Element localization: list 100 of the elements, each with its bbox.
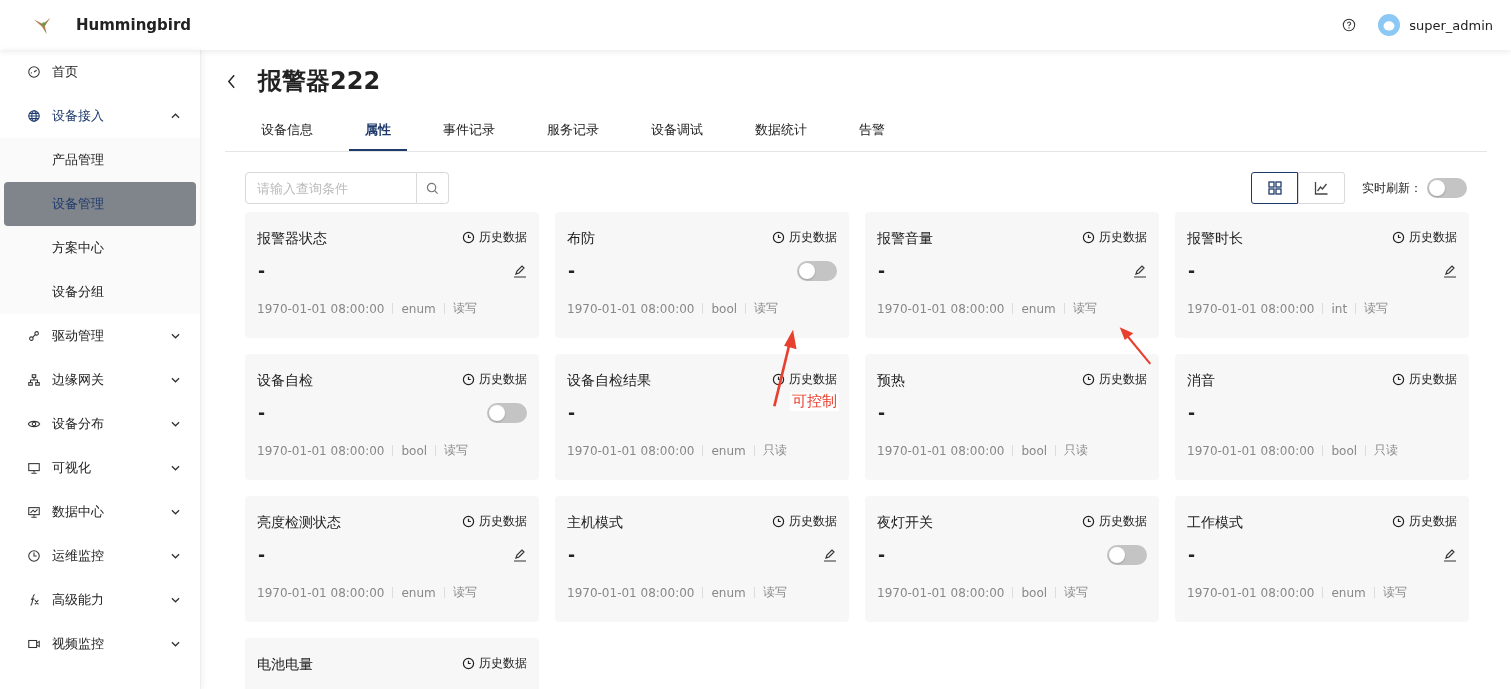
history-link[interactable]: 历史数据	[772, 512, 837, 530]
sidebar-item[interactable]: 设备分布	[0, 402, 200, 446]
data-type: enum	[1331, 585, 1366, 600]
sidebar-subitem[interactable]: 产品管理	[4, 138, 196, 182]
user-name[interactable]: super_admin	[1409, 17, 1493, 33]
clock-icon	[772, 230, 785, 244]
search-button[interactable]	[417, 172, 449, 204]
property-value: -	[877, 545, 886, 565]
back-icon[interactable]	[227, 73, 236, 89]
history-link[interactable]: 历史数据	[462, 512, 527, 530]
clock-icon	[462, 230, 475, 244]
update-time: 1970-01-01 08:00:00	[567, 585, 695, 600]
chevron-icon	[171, 377, 180, 383]
access-mode: 只读	[762, 442, 787, 459]
property-value: -	[257, 545, 266, 565]
help-icon[interactable]	[1342, 18, 1357, 32]
chevron-icon	[171, 553, 180, 559]
search-field[interactable]: 请输入查询条件	[245, 172, 417, 204]
data-type: bool	[711, 301, 738, 316]
history-link[interactable]: 历史数据	[772, 370, 837, 388]
tab[interactable]: 告警	[843, 113, 901, 151]
access-mode: 读写	[754, 300, 779, 317]
update-time: 1970-01-01 08:00:00	[877, 443, 1005, 458]
data-type: enum	[401, 585, 436, 600]
access-mode: 读写	[1072, 300, 1097, 317]
clock-icon	[1082, 372, 1095, 386]
realtime-switch[interactable]	[1427, 178, 1467, 198]
sidebar-item[interactable]: 设备接入	[0, 94, 200, 138]
property-name: 报警器状态	[257, 230, 327, 248]
access-mode: 读写	[444, 442, 469, 459]
chevron-icon	[171, 465, 180, 471]
clock-icon	[1392, 514, 1405, 528]
edit-icon[interactable]	[823, 548, 837, 562]
sidebar-item[interactable]: 可视化	[0, 446, 200, 490]
tab[interactable]: 设备调试	[635, 113, 719, 151]
history-link[interactable]: 历史数据	[1392, 512, 1457, 530]
update-time: 1970-01-01 08:00:00	[877, 301, 1005, 316]
data-type: enum	[401, 301, 436, 316]
sidebar-item[interactable]: 运维监控	[0, 534, 200, 578]
history-link[interactable]: 历史数据	[1082, 228, 1147, 246]
annotation-text: 可控制	[790, 392, 839, 411]
history-link[interactable]: 历史数据	[462, 654, 527, 672]
history-link[interactable]: 历史数据	[1392, 370, 1457, 388]
brand-name: Hummingbird	[76, 16, 192, 34]
history-link[interactable]: 历史数据	[1082, 512, 1147, 530]
sidebar-item[interactable]: 首页	[0, 50, 200, 94]
tab[interactable]: 设备信息	[245, 113, 329, 151]
property-value: -	[257, 403, 266, 423]
tab[interactable]: 服务记录	[531, 113, 615, 151]
property-name: 布防	[567, 230, 595, 248]
tab[interactable]: 事件记录	[427, 113, 511, 151]
history-link[interactable]: 历史数据	[1392, 228, 1457, 246]
chevron-icon	[171, 509, 180, 515]
property-name: 预热	[877, 372, 905, 390]
history-link[interactable]: 历史数据	[1082, 370, 1147, 388]
toggle-switch[interactable]	[487, 403, 527, 423]
update-time: 1970-01-01 08:00:00	[257, 585, 385, 600]
globe-icon	[27, 109, 41, 123]
edit-icon[interactable]	[1443, 548, 1457, 562]
toggle-switch[interactable]	[1107, 545, 1147, 565]
data-type: enum	[1021, 301, 1056, 316]
chart-view-button[interactable]	[1298, 172, 1345, 204]
toggle-switch[interactable]	[797, 261, 837, 281]
search-icon	[426, 181, 439, 195]
data-type: enum	[711, 443, 746, 458]
access-mode: 只读	[1374, 442, 1399, 459]
property-value: -	[877, 261, 886, 281]
dash-icon	[27, 65, 41, 79]
sidebar-item[interactable]: 数据中心	[0, 490, 200, 534]
clock-icon	[1082, 230, 1095, 244]
access-mode: 读写	[452, 300, 477, 317]
sidebar-item[interactable]: 视频监控	[0, 622, 200, 666]
sidebar-subitem[interactable]: 设备分组	[4, 270, 196, 314]
property-name: 电池电量	[257, 656, 313, 674]
access-mode: 只读	[1064, 442, 1089, 459]
property-value: -	[567, 403, 576, 423]
access-mode: 读写	[452, 584, 477, 601]
grid-view-button[interactable]	[1251, 172, 1298, 204]
property-value: -	[1187, 403, 1196, 423]
sidebar-item[interactable]: 高级能力	[0, 578, 200, 622]
edit-icon[interactable]	[1443, 264, 1457, 278]
edit-icon[interactable]	[513, 264, 527, 278]
edit-icon[interactable]	[513, 548, 527, 562]
property-value: -	[257, 261, 266, 281]
edit-icon[interactable]	[1133, 264, 1147, 278]
history-link[interactable]: 历史数据	[462, 370, 527, 388]
history-link[interactable]: 历史数据	[772, 228, 837, 246]
sidebar-item[interactable]: 驱动管理	[0, 314, 200, 358]
clock-icon	[772, 372, 785, 386]
tab[interactable]: 数据统计	[739, 113, 823, 151]
history-link[interactable]: 历史数据	[462, 228, 527, 246]
sidebar-subitem[interactable]: 方案中心	[4, 226, 196, 270]
tab[interactable]: 属性	[349, 113, 407, 151]
data-type: bool	[1331, 443, 1358, 458]
sidebar-item[interactable]: 边缘网关	[0, 358, 200, 402]
chevron-icon	[171, 597, 180, 603]
property-name: 工作模式	[1187, 514, 1243, 532]
clock-icon	[462, 656, 475, 670]
property-name: 设备自检	[257, 372, 313, 390]
data-type: enum	[711, 585, 746, 600]
